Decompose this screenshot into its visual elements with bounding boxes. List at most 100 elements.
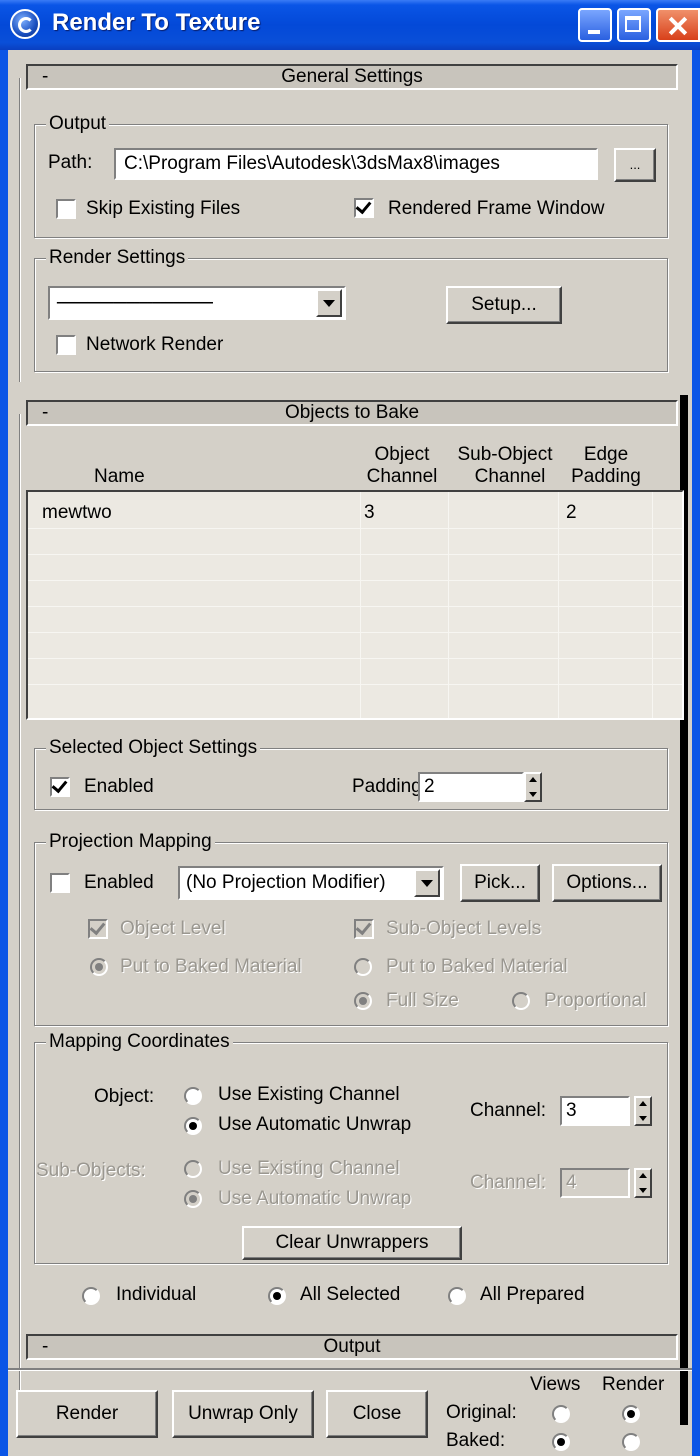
proportional-radio[interactable]: [512, 992, 530, 1010]
spinner-up-icon[interactable]: [639, 1173, 647, 1178]
sub-use-existing-channel-label: Use Existing Channel: [218, 1158, 400, 1179]
unwrap-only-button[interactable]: Unwrap Only: [172, 1390, 314, 1438]
rollout-border: [19, 78, 21, 382]
full-size-radio[interactable]: [354, 992, 372, 1010]
window-title: Render To Texture: [52, 9, 261, 36]
projection-enabled-label: Enabled: [84, 872, 154, 893]
title-bar[interactable]: Render To Texture: [0, 0, 700, 50]
skip-existing-files-label: Skip Existing Files: [86, 198, 241, 219]
3dsmax-logo-icon: [10, 9, 40, 39]
objects-to-bake-list[interactable]: mewtwo 3 2: [26, 490, 684, 720]
projection-enabled-checkbox[interactable]: [50, 873, 70, 893]
cell-name: mewtwo: [42, 502, 112, 523]
spinner-down-icon[interactable]: [639, 1188, 647, 1193]
spinner-up-icon[interactable]: [639, 1101, 647, 1106]
checkmark-icon: [51, 776, 68, 794]
proportional-label: Proportional: [544, 990, 647, 1011]
table-row[interactable]: mewtwo 3 2: [28, 500, 682, 526]
radio-dot: [189, 1122, 197, 1130]
chevron-down-icon[interactable]: [414, 869, 440, 897]
all-selected-radio[interactable]: [268, 1287, 286, 1305]
pick-button[interactable]: Pick...: [460, 864, 540, 902]
sub-object-levels-checkbox[interactable]: [354, 918, 374, 939]
spinner-up-icon[interactable]: [529, 777, 537, 782]
put-to-baked-material-radio-object[interactable]: [90, 958, 108, 976]
radio-dot: [359, 997, 367, 1005]
column-header-subobject-channel-line2[interactable]: Channel: [462, 466, 558, 488]
projection-modifier-dropdown[interactable]: (No Projection Modifier): [178, 866, 444, 900]
column-header-object-channel-line1[interactable]: Object: [360, 444, 444, 466]
object-label: Object:: [94, 1086, 155, 1107]
checkmark-icon: [89, 918, 106, 936]
all-prepared-radio[interactable]: [448, 1287, 466, 1305]
options-button[interactable]: Options...: [552, 864, 662, 902]
original-render-radio[interactable]: [622, 1405, 640, 1423]
put-to-baked-material-radio-subobject[interactable]: [354, 958, 372, 976]
path-input[interactable]: C:\Program Files\Autodesk\3dsMax8\images: [114, 148, 598, 180]
close-window-button[interactable]: [656, 8, 700, 42]
rollout-header-objects-to-bake[interactable]: - Objects to Bake: [26, 400, 678, 426]
padding-input[interactable]: 2: [418, 772, 524, 802]
sub-use-automatic-unwrap-radio[interactable]: [184, 1190, 202, 1208]
chevron-down-icon[interactable]: [316, 289, 342, 317]
object-use-automatic-unwrap-label: Use Automatic Unwrap: [218, 1114, 412, 1135]
rendered-frame-window-checkbox[interactable]: [354, 197, 374, 218]
sub-use-existing-channel-radio[interactable]: [184, 1160, 202, 1178]
grid-line: [28, 528, 682, 529]
object-channel-label: Channel:: [470, 1100, 547, 1121]
cell-edge-padding: 2: [566, 502, 577, 523]
grid-line: [28, 658, 682, 659]
padding-spinner[interactable]: [524, 772, 542, 802]
maximize-button[interactable]: [617, 8, 651, 42]
object-channel-spinner[interactable]: [634, 1096, 652, 1126]
spinner-down-icon[interactable]: [639, 1116, 647, 1121]
baked-render-radio[interactable]: [622, 1433, 640, 1451]
object-use-automatic-unwrap-radio[interactable]: [184, 1117, 202, 1135]
column-header-name[interactable]: Name: [94, 466, 145, 488]
column-header-edge-padding-line2[interactable]: Padding: [560, 466, 652, 488]
put-to-baked-material-label-object: Put to Baked Material: [120, 956, 302, 977]
baked-views-radio[interactable]: [552, 1433, 570, 1451]
individual-radio[interactable]: [82, 1287, 100, 1305]
render-preset-value: ------------------------------------: [56, 292, 214, 313]
render-button[interactable]: Render: [16, 1390, 158, 1438]
render-preset-dropdown[interactable]: ------------------------------------: [48, 286, 346, 320]
put-to-baked-material-label-subobject: Put to Baked Material: [386, 956, 568, 977]
object-level-checkbox[interactable]: [88, 918, 108, 939]
sub-channel-input[interactable]: 4: [560, 1168, 630, 1198]
clear-unwrappers-button[interactable]: Clear Unwrappers: [242, 1226, 462, 1260]
column-header-object-channel-line2[interactable]: Channel: [360, 466, 444, 488]
rollout-title: Objects to Bake: [284, 402, 420, 423]
sub-use-automatic-unwrap-label: Use Automatic Unwrap: [218, 1188, 412, 1209]
object-use-existing-channel-radio[interactable]: [184, 1087, 202, 1105]
sub-objects-label: Sub-Objects:: [36, 1160, 146, 1181]
radio-dot: [189, 1195, 197, 1203]
original-views-radio[interactable]: [552, 1405, 570, 1423]
group-label-render-settings: Render Settings: [46, 247, 189, 269]
selected-object-enabled-checkbox[interactable]: [50, 776, 70, 797]
output-group: [34, 124, 668, 238]
checkmark-icon: [355, 918, 372, 936]
render-column-label: Render: [602, 1374, 665, 1395]
skip-existing-files-checkbox[interactable]: [56, 199, 76, 219]
group-label-projection-mapping: Projection Mapping: [46, 831, 215, 853]
radio-dot: [557, 1438, 565, 1446]
object-channel-input[interactable]: 3: [560, 1096, 630, 1126]
setup-button[interactable]: Setup...: [446, 286, 562, 324]
browse-path-button[interactable]: ...: [614, 148, 656, 182]
rollout-header-general-settings[interactable]: - General Settings: [26, 64, 678, 90]
rendered-frame-window-label: Rendered Frame Window: [388, 198, 605, 219]
column-header-subobject-channel-line1[interactable]: Sub-Object: [448, 444, 562, 466]
views-column-label: Views: [530, 1374, 581, 1395]
rollout-title: General Settings: [281, 66, 423, 87]
minimize-button[interactable]: [578, 8, 612, 42]
spinner-down-icon[interactable]: [529, 792, 537, 797]
all-prepared-label: All Prepared: [480, 1284, 585, 1305]
grid-line: [28, 684, 682, 685]
sub-channel-spinner[interactable]: [634, 1168, 652, 1198]
radio-dot: [95, 963, 103, 971]
column-header-edge-padding-line1[interactable]: Edge: [560, 444, 652, 466]
close-button[interactable]: Close: [326, 1390, 428, 1438]
network-render-checkbox[interactable]: [56, 335, 76, 355]
rollout-header-output[interactable]: - Output: [26, 1334, 678, 1360]
